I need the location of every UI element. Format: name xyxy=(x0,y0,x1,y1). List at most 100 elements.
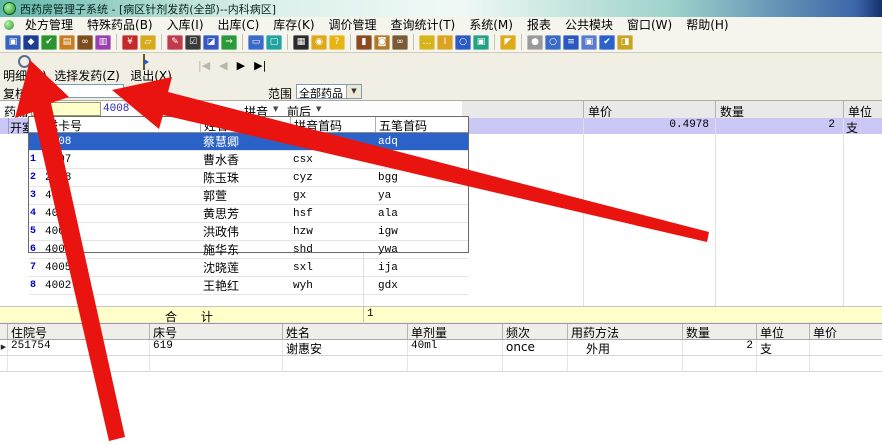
menu-item-window[interactable]: 窗口(W) xyxy=(620,16,679,33)
menu-item-query-stat[interactable]: 查询统计(T) xyxy=(384,16,463,33)
menu-item-common-module[interactable]: 公共模块 xyxy=(558,16,620,33)
bt-col-header-7[interactable]: 单位 xyxy=(757,324,810,339)
bt-col-header-8[interactable]: 单价 xyxy=(810,324,882,339)
detail-button-label: 明细(M) xyxy=(3,69,47,83)
menu-item-system[interactable]: 系统(M) xyxy=(462,16,520,33)
bell-icon[interactable]: ◉ xyxy=(311,34,327,50)
dd-col-header-0[interactable]: 磁卡号 xyxy=(42,117,200,132)
money-icon[interactable]: ¥ xyxy=(122,34,138,50)
patient-row[interactable]: 2 2038 陈玉珠 cyz bgg xyxy=(29,169,468,187)
total-value: 1 xyxy=(367,308,374,320)
patient-row[interactable]: 6 4006 施华东 shd ywa xyxy=(29,241,468,259)
verify-icon[interactable]: ✔ xyxy=(599,34,615,50)
find-folder-icon[interactable]: ◙ xyxy=(374,34,390,50)
open-folder-icon[interactable]: ◤ xyxy=(500,34,516,50)
range-value: 全部药品 xyxy=(299,87,343,98)
clipboard-icon[interactable]: ✎ xyxy=(167,34,183,50)
window-icon[interactable]: ▣ xyxy=(5,34,21,50)
pinyin-cell: csx xyxy=(293,153,313,166)
menu-item-report[interactable]: 报表 xyxy=(520,16,558,33)
bt-col-header-2[interactable]: 姓名 xyxy=(283,324,408,339)
monitor-icon[interactable]: ▢ xyxy=(266,34,282,50)
binoculars-icon[interactable]: ∞ xyxy=(77,34,93,50)
patient-row[interactable]: 4 4010 黄思芳 hsf ala xyxy=(29,205,468,223)
bt-col-header-5[interactable]: 用药方法 xyxy=(568,324,683,339)
menu-item-special-drug[interactable]: 特殊药品(B) xyxy=(80,16,160,33)
menu-item-help[interactable]: 帮助(H) xyxy=(679,16,735,33)
exit-doc-icon[interactable]: ◨ xyxy=(617,34,633,50)
menu-item-stock-out[interactable]: 出库(C) xyxy=(211,16,267,33)
nav-last[interactable]: ▶| xyxy=(254,59,266,72)
bt-col-header-6[interactable]: 数量 xyxy=(683,324,757,339)
magnifier-icon[interactable]: ○ xyxy=(455,34,471,50)
toolbar-separator xyxy=(413,34,414,50)
screen-icon[interactable]: ▣ xyxy=(473,34,489,50)
chat-icon[interactable]: … xyxy=(419,34,435,50)
zoom-icon[interactable]: ○ xyxy=(545,34,561,50)
card-number-cell: 4002 xyxy=(45,279,72,292)
note-icon[interactable]: ◪ xyxy=(203,34,219,50)
dd-col-header-2[interactable]: 拼音首码 xyxy=(290,117,375,132)
review-input[interactable] xyxy=(38,84,124,98)
help-badge-icon[interactable]: ? xyxy=(329,34,345,50)
menu-bar: 处方管理 特殊药品(B) 入库(I) 出库(C) 库存(K) 调价管理 查询统计(T) 系统(… xyxy=(0,17,882,32)
menu-item-inventory[interactable]: 库存(K) xyxy=(266,16,321,33)
bt-cell-0: 251754 xyxy=(8,340,150,355)
chevron-down-icon[interactable]: ▼ xyxy=(346,85,361,98)
menu-item-price-adjust[interactable]: 调价管理 xyxy=(322,16,384,33)
name-cell: 洪政伟 xyxy=(203,225,240,239)
frontback-dropdown-icon[interactable]: ▼ xyxy=(316,105,321,113)
patient-row[interactable]: 8 4002 王艳红 wyh gdx xyxy=(29,277,468,295)
drug-search-input[interactable] xyxy=(31,102,101,116)
range-combobox[interactable]: 全部药品 ▼ xyxy=(296,84,362,99)
dd-col-header-3[interactable]: 五笔首码 xyxy=(375,117,468,132)
empty-cell xyxy=(810,356,882,371)
name-cell: 曹水香 xyxy=(203,153,240,167)
patient-row[interactable]: 3 4011 郭萱 gx ya xyxy=(29,187,468,205)
bt-marker-header xyxy=(0,324,8,339)
checklist-icon[interactable]: ☑ xyxy=(185,34,201,50)
pinyin-dropdown-icon[interactable]: ▼ xyxy=(273,105,278,113)
patient-row[interactable]: 4008 蔡慧卿 chq adq xyxy=(29,133,468,151)
picture-icon[interactable]: ▤ xyxy=(59,34,75,50)
menu-item-prescription[interactable]: 处方管理 xyxy=(18,16,80,33)
row-number: 6 xyxy=(30,244,37,255)
dd-col-header-1[interactable]: 姓名 xyxy=(200,117,290,132)
card-number-cell: 4008 xyxy=(45,135,72,148)
rows-icon[interactable]: ≡ xyxy=(563,34,579,50)
exit-button[interactable]: 退出(X) xyxy=(126,54,176,83)
dispense-icon xyxy=(79,55,95,69)
menu-window-icon[interactable] xyxy=(4,19,14,30)
grid-icon[interactable]: ▦ xyxy=(293,34,309,50)
bt-cell-7: 支 xyxy=(757,340,810,355)
drum-icon[interactable]: ▮ xyxy=(356,34,372,50)
bt-col-header-1[interactable]: 床号 xyxy=(150,324,283,339)
keyboard-icon[interactable]: ▭ xyxy=(248,34,264,50)
wubi-cell: ywa xyxy=(378,243,398,256)
bt-col-header-0[interactable]: 住院号 xyxy=(8,324,150,339)
total-row: 合 计 1 xyxy=(0,306,882,324)
thermometer-icon[interactable]: I xyxy=(437,34,453,50)
detail-button[interactable]: 明细(M) xyxy=(2,55,48,83)
patient-row[interactable]: 7 4005 沈晓莲 sxl ija xyxy=(29,259,468,277)
patient-row[interactable]: 5 4001 洪政伟 hzw igw xyxy=(29,223,468,241)
approve-icon[interactable]: ✔ xyxy=(41,34,57,50)
patient-row[interactable]: 1 4007 曹水香 csx git xyxy=(29,151,468,169)
menu-item-stock-in[interactable]: 入库(I) xyxy=(160,16,211,33)
toolbar-separator xyxy=(287,34,288,50)
nav-next[interactable]: ▶ xyxy=(237,59,245,72)
patient-detail-row[interactable]: ▶251754619谢惠安40mlonce外用2支0.4978 xyxy=(0,340,882,356)
card-file-icon[interactable]: ▥ xyxy=(95,34,111,50)
export-icon[interactable]: ⇒ xyxy=(221,34,237,50)
bottle-icon[interactable]: ◆ xyxy=(23,34,39,50)
folder-icon[interactable]: ▱ xyxy=(140,34,156,50)
sphere-icon[interactable]: ● xyxy=(527,34,543,50)
price-cell: 0.4978 xyxy=(669,119,709,131)
bt-col-header-3[interactable]: 单剂量 xyxy=(408,324,503,339)
layers-icon[interactable]: ▣ xyxy=(581,34,597,50)
search-icon[interactable]: ∞ xyxy=(392,34,408,50)
pinyin-cell: shd xyxy=(293,243,313,256)
bt-col-header-4[interactable]: 频次 xyxy=(503,324,568,339)
select-dispense-button[interactable]: 选择发药(Z) xyxy=(48,55,126,83)
name-cell: 沈晓莲 xyxy=(203,261,240,275)
